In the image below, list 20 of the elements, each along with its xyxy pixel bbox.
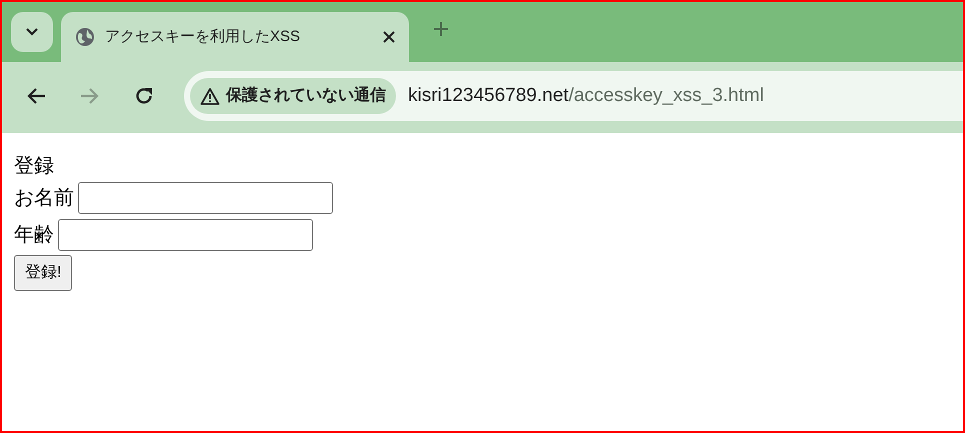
globe-icon [75,27,95,47]
back-arrow-icon[interactable] [26,87,46,105]
field-label: お名前 [14,186,74,210]
close-icon[interactable] [383,31,395,43]
reload-icon[interactable] [134,86,154,106]
submit-button[interactable]: 登録! [14,255,72,291]
new-tab-icon[interactable] [433,21,449,37]
text-input-field[interactable] [58,218,313,250]
url-text: kisri123456789.net/accesskey_xss_3.html [408,84,764,108]
security-chip[interactable]: 保護されていない通信 [190,78,396,114]
browser-tab[interactable]: アクセスキーを利用したXSS [61,12,409,62]
address-bar[interactable]: 保護されていない通信 kisri123456789.net/accesskey_xss_3.html [184,71,963,121]
security-label: 保護されていない通信 [226,85,386,106]
warning-icon [200,87,220,105]
tab-list-button[interactable] [11,12,53,52]
tab-title: アクセスキーを利用したXSS [105,26,302,47]
text-input-field[interactable] [78,182,333,214]
chevron-down-icon [26,28,38,36]
page-heading: 登録 [14,154,54,179]
field-label: 年齢 [14,222,54,248]
